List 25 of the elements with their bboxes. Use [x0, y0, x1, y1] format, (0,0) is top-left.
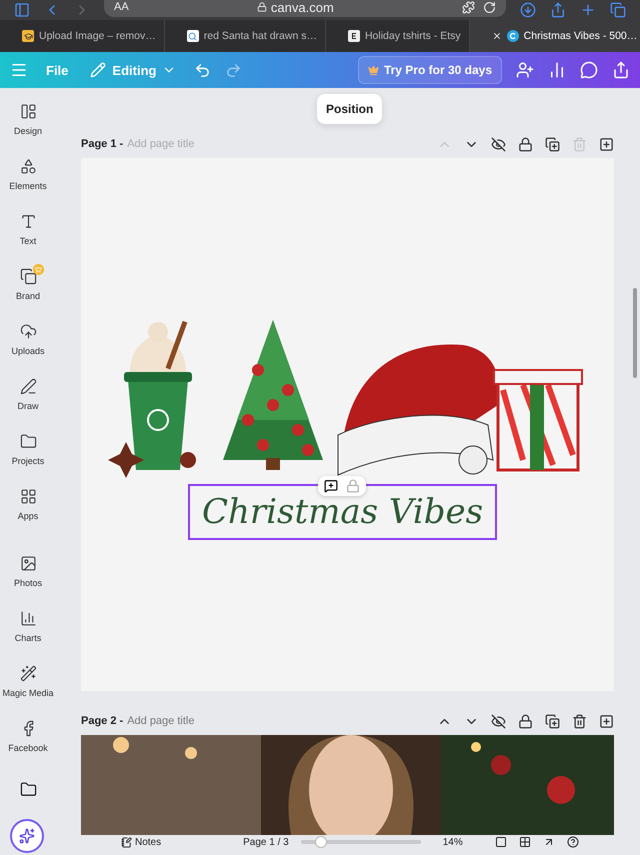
sidebar-item[interactable]: Charts: [0, 610, 56, 665]
browser-tab[interactable]: Christmas Vibes - 500…: [470, 20, 640, 52]
sidebar-item[interactable]: Text: [0, 213, 56, 268]
page-indicator: Page 1 / 3: [243, 836, 289, 848]
sidebar-item[interactable]: Brand: [0, 268, 56, 323]
sidebar-item[interactable]: Magic Media: [0, 665, 56, 720]
page-label: Page 2 -: [81, 715, 124, 727]
sidebar-item[interactable]: Elements: [0, 158, 56, 213]
text-size-button[interactable]: AA: [114, 1, 129, 13]
position-tooltip: Position: [317, 94, 382, 124]
sidebar-item[interactable]: Draw: [0, 378, 56, 433]
sidebar-item[interactable]: Facebook: [0, 720, 56, 775]
sidebar-item[interactable]: Photos: [0, 555, 56, 610]
sidebar-item[interactable]: Apps: [0, 488, 56, 543]
zoom-level: 14%: [442, 836, 463, 848]
sidebar-item[interactable]: Uploads: [0, 323, 56, 378]
address-text: canva.com: [270, 0, 334, 14]
try-pro-button[interactable]: Try Pro for 30 days: [358, 56, 502, 84]
page-title-field[interactable]: Add page title: [127, 715, 194, 727]
design-heading[interactable]: Christmas Vibes: [188, 484, 498, 540]
notes-button[interactable]: Notes: [121, 836, 162, 848]
page-label: Page 1 -: [81, 138, 124, 150]
address-bar[interactable]: AA canva.com: [104, 0, 506, 17]
sidebar-item[interactable]: Design: [0, 103, 56, 158]
sidebar-item[interactable]: Projects: [0, 433, 56, 488]
